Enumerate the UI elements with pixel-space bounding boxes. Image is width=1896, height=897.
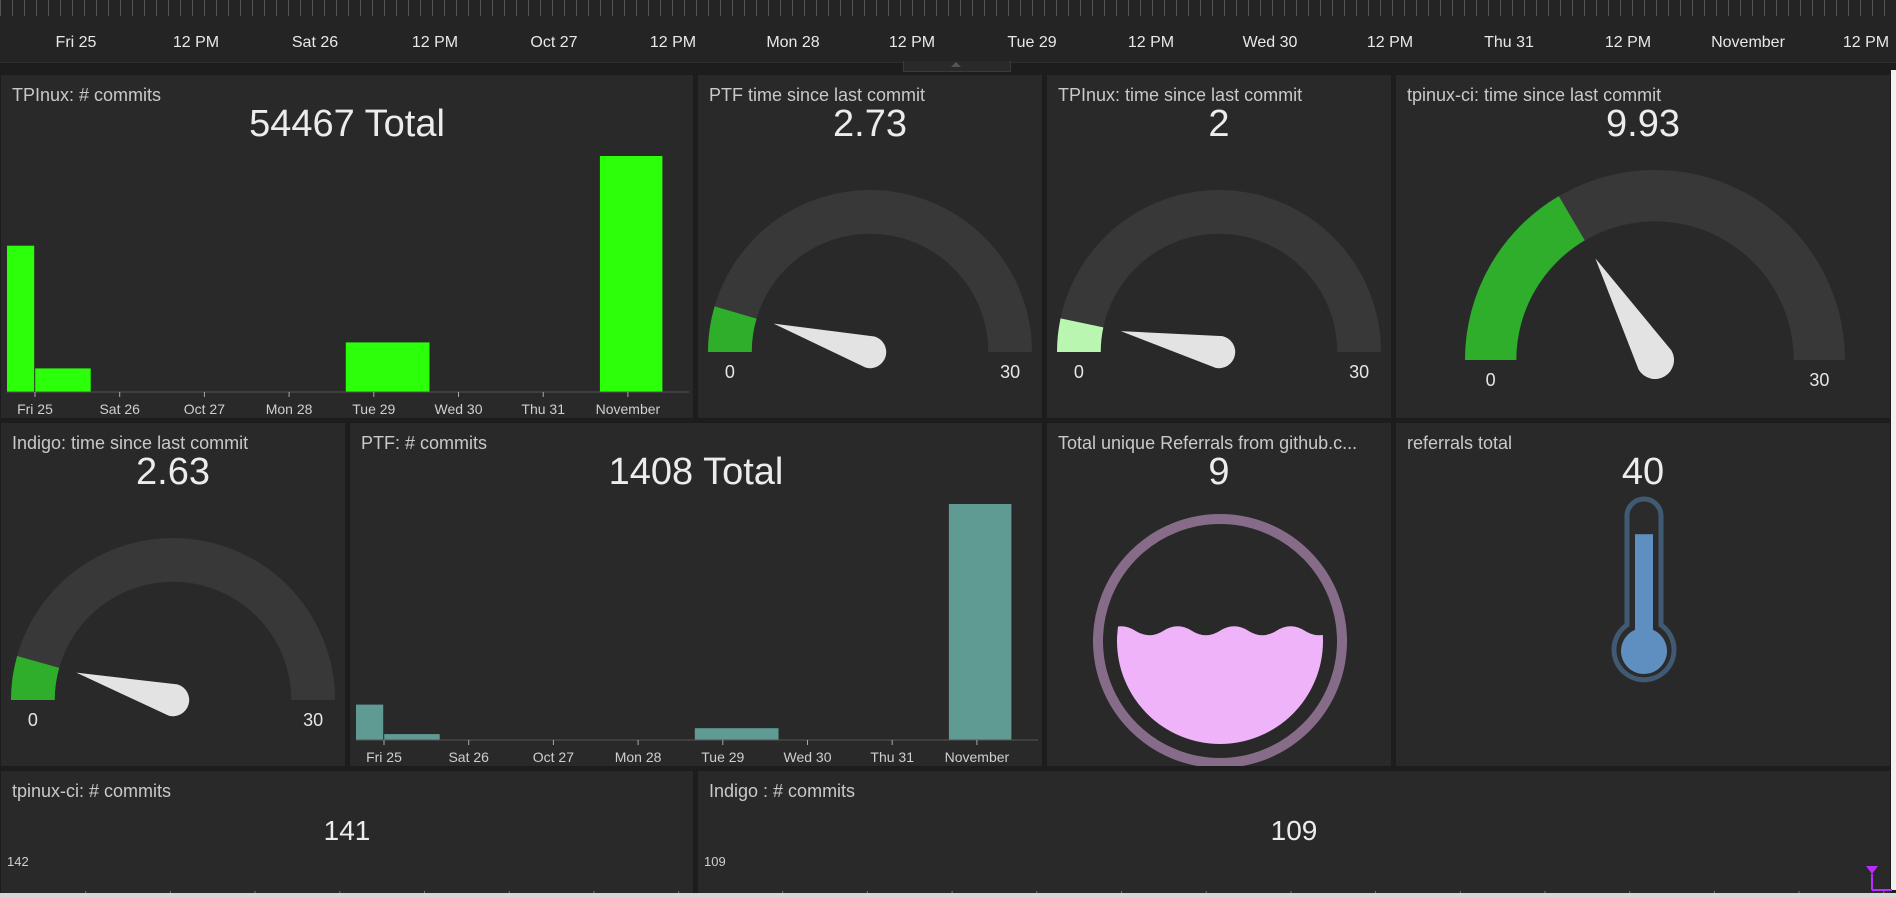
gauge: 0 30: [11, 538, 335, 730]
gauge: 0 30: [1057, 190, 1381, 382]
bar: [356, 704, 384, 740]
sparkline-axis: [85, 891, 680, 896]
timeline-label: Wed 30: [1242, 34, 1298, 51]
x-axis: Fri 25 Sat 26 Oct 27 Mon 28 Tue 29 Wed 30 Thu …: [7, 391, 689, 417]
x-tick-label: Wed 30: [784, 749, 832, 765]
gauge-track: [11, 538, 335, 700]
gauge-min-label: 0: [725, 362, 735, 382]
x-tick-label: Oct 27: [184, 401, 225, 417]
x-tick-label: November: [945, 749, 1010, 765]
x-axis-ticks: Fri 25 Sat 26 Oct 27 Mon 28 Tue 29 Wed 30 Thu …: [17, 392, 661, 417]
gauge-needle: [1120, 331, 1236, 369]
gauge-track: [1057, 190, 1381, 352]
timeline-label: 12 PM: [1604, 34, 1652, 51]
resize-marker-icon[interactable]: [1864, 864, 1894, 894]
timeline-label: Sat 26: [291, 34, 339, 51]
x-tick-label: Mon 28: [266, 401, 313, 417]
bar-series: [7, 156, 663, 392]
bar: [948, 504, 1012, 740]
gauge-min-label: 0: [1074, 362, 1084, 382]
panel-indigo-time: Indigo: time since last commit 2.63 0 30: [0, 422, 346, 767]
panel-tplnux-time: TPInux: time since last commit 2 0 30: [1046, 74, 1392, 419]
timeline-label: Tue 29: [1007, 34, 1057, 51]
gauge-min-label: 0: [28, 710, 38, 730]
x-tick-label: Oct 27: [533, 749, 574, 765]
x-tick-label: Sat 26: [448, 749, 489, 765]
panel-tpinuxci-time: tpinux-ci: time since last commit 9.93 0…: [1395, 74, 1891, 419]
time-range-navigator[interactable]: Fri 25 12 PM Sat 26 12 PM Oct 27 12 PM M…: [0, 0, 1896, 63]
panel-tplnux-commits: TPInux: # commits 54467 Total Fri 25 Sat …: [0, 74, 694, 419]
x-tick-label: Thu 31: [870, 749, 914, 765]
panel-indigo-commits: Indigo : # commits 109 109: [697, 770, 1891, 897]
timeline-label: Fri 25: [55, 34, 97, 51]
x-tick-label: Tue 29: [352, 401, 395, 417]
bar: [694, 728, 779, 740]
navigator-collapse-handle[interactable]: [903, 61, 1011, 72]
panel-referrals-total: referrals total 40: [1395, 422, 1891, 767]
timeline-label: Oct 27: [530, 34, 578, 51]
gauge-track: [708, 190, 1032, 352]
x-tick-label: November: [596, 401, 661, 417]
gauge-fill: [1465, 196, 1585, 360]
vertical-scrollbar[interactable]: [1891, 70, 1896, 890]
panel-tpinuxci-commits: tpinux-ci: # commits 141 142: [0, 770, 694, 897]
liquid-fill-gauge: [1093, 514, 1347, 766]
gauge: 0 30: [708, 190, 1032, 382]
bar: [345, 342, 430, 392]
x-tick-label: Fri 25: [366, 749, 402, 765]
thermometer-fill: [1635, 534, 1653, 639]
bar: [7, 245, 35, 392]
gauge: 0 30: [1465, 170, 1845, 390]
bar-series: [356, 504, 1012, 740]
bar: [35, 368, 91, 392]
x-axis: Fri 25 Sat 26 Oct 27 Mon 28 Tue 29 Wed 30 Thu …: [356, 739, 1038, 765]
gauge-max-label: 30: [303, 710, 323, 730]
gauge-needle: [773, 323, 887, 369]
timeline-label: 12 PM: [411, 34, 459, 51]
x-tick-label: Sat 26: [99, 401, 140, 417]
x-tick-label: Thu 31: [521, 401, 565, 417]
x-tick-label: Fri 25: [17, 401, 53, 417]
timeline-label: Mon 28: [766, 34, 820, 51]
x-tick-label: Wed 30: [435, 401, 483, 417]
bar: [599, 156, 663, 392]
timeline-label: 12 PM: [888, 34, 936, 51]
gauge-min-label: 0: [1486, 370, 1496, 390]
timeline-label: 12 PM: [172, 34, 220, 51]
gauge-max-label: 30: [1349, 362, 1369, 382]
timeline-label: November: [1711, 34, 1785, 51]
panel-referrals-unique: Total unique Referrals from github.c... …: [1046, 422, 1392, 767]
timeline-label: 12 PM: [649, 34, 697, 51]
x-tick-label: Tue 29: [701, 749, 744, 765]
thermometer-bulb: [1621, 628, 1667, 674]
timeline-label: Thu 31: [1484, 34, 1534, 51]
x-axis-ticks: Fri 25 Sat 26 Oct 27 Mon 28 Tue 29 Wed 30 Thu …: [366, 740, 1010, 765]
bar-chart: Fri 25 Sat 26 Oct 27 Mon 28 Tue 29 Wed 30 Thu …: [356, 504, 1038, 765]
panel-ptf-commits: PTF: # commits 1408 Total Fri 25 Sat 26 Oc…: [349, 422, 1043, 767]
time-ruler-ticks: [0, 0, 1896, 16]
horizontal-scrollbar[interactable]: [0, 893, 1896, 897]
gauge-needle: [1595, 258, 1675, 380]
timeline-label: 12 PM: [1127, 34, 1175, 51]
timeline-label: 12 PM: [1366, 34, 1414, 51]
bar: [384, 734, 440, 740]
bar-chart: Fri 25 Sat 26 Oct 27 Mon 28 Tue 29 Wed 30 Thu …: [7, 156, 689, 417]
thermometer: [1611, 496, 1677, 683]
sparkline-axis: [782, 891, 1885, 896]
gauge-max-label: 30: [1000, 362, 1020, 382]
gauge-max-label: 30: [1809, 370, 1829, 390]
gauge-needle: [76, 672, 190, 717]
x-tick-label: Mon 28: [615, 749, 662, 765]
timeline-label: 12 PM: [1842, 34, 1890, 51]
panel-ptf-time: PTF time since last commit 2.73 0 30: [697, 74, 1043, 419]
